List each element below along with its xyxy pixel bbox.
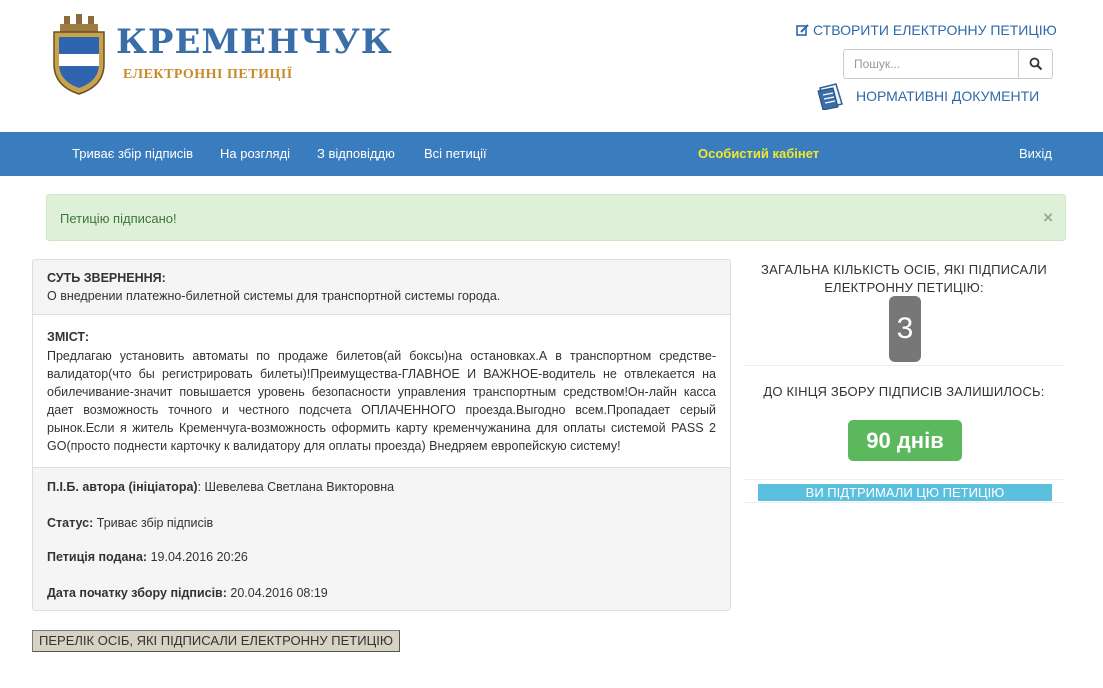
status-value: Триває збір підписів: [96, 516, 214, 530]
total-signers-label-line1: ЗАГАЛЬНА КІЛЬКІСТЬ ОСІБ, ЯКІ ПІДПИСАЛИ: [761, 262, 1047, 277]
search-input[interactable]: [843, 49, 1018, 79]
sidebar-divider: [744, 479, 1064, 480]
nav-item-all-petitions[interactable]: Всі петиції: [424, 132, 487, 176]
content-label: ЗМІСТ:: [47, 330, 90, 344]
author-row: П.І.Б. автора (ініціатора): Шевелева Све…: [47, 480, 395, 494]
signatures-sidebar: ЗАГАЛЬНА КІЛЬКІСТЬ ОСІБ, ЯКІ ПІДПИСАЛИ Е…: [744, 259, 1064, 503]
author-value: Шевелева Светлана Викторовна: [204, 480, 395, 494]
remaining-days-badge: 90 днів: [848, 420, 962, 461]
sidebar-divider: [744, 365, 1064, 366]
logo-subtitle: ЕЛЕКТРОННІ ПЕТИЦІЇ: [123, 67, 293, 82]
success-alert: Петицію підписано! ×: [46, 194, 1066, 241]
nav-item-under-review[interactable]: На розгляді: [220, 132, 290, 176]
start-date-row: Дата початку збору підписів: 20.04.2016 …: [47, 586, 328, 600]
normative-docs-link[interactable]: НОРМАТИВНІ ДОКУМЕНТИ: [816, 82, 1039, 110]
status-row: Статус: Триває збір підписів: [47, 516, 213, 530]
search-form: [843, 49, 1053, 79]
create-petition-link[interactable]: СТВОРИТИ ЕЛЕКТРОННУ ПЕТИЦІЮ: [796, 22, 1057, 38]
documents-icon: [817, 83, 843, 110]
sidebar-divider: [744, 502, 1064, 503]
nav-item-logout[interactable]: Вихід: [1019, 132, 1052, 176]
author-label: П.І.Б. автора (ініціатора): [47, 480, 198, 494]
status-label: Статус:: [47, 516, 94, 530]
signers-list-button[interactable]: ПЕРЕЛІК ОСІБ, ЯКІ ПІДПИСАЛИ ЕЛЕКТРОННУ П…: [32, 630, 400, 652]
essence-label: СУТЬ ЗВЕРНЕННЯ:: [47, 271, 166, 285]
content-text: Предлагаю установить автоматы по продаже…: [47, 349, 716, 453]
nav-item-answered[interactable]: З відповіддю: [317, 132, 395, 176]
site-header: КРЕМЕНЧУК ЕЛЕКТРОННІ ПЕТИЦІЇ СТВОРИТИ ЕЛ…: [0, 0, 1103, 132]
petition-meta-section: П.І.Б. автора (ініціатора): Шевелева Све…: [33, 468, 730, 610]
total-signers-label-line2: ЕЛЕКТРОННУ ПЕТИЦІЮ:: [824, 280, 984, 295]
logo-title: КРЕМЕНЧУК: [116, 22, 393, 62]
edit-icon: [796, 23, 809, 36]
main-navbar: Триває збір підписів На розгляді З відпо…: [0, 132, 1103, 176]
petition-content-section: ЗМІСТ: Предлагаю установить автоматы по …: [33, 315, 730, 468]
submitted-row: Петиція подана: 19.04.2016 20:26: [47, 550, 248, 564]
submitted-label: Петиція подана:: [47, 550, 148, 564]
start-date-label: Дата початку збору підписів:: [47, 586, 227, 600]
supported-status-bar: ВИ ПІДТРИМАЛИ ЦЮ ПЕТИЦІЮ: [758, 484, 1052, 501]
nav-item-personal-cabinet[interactable]: Особистий кабінет: [698, 132, 819, 176]
alert-message: Петицію підписано!: [60, 211, 177, 226]
submitted-value: 19.04.2016 20:26: [150, 550, 248, 564]
search-icon: [1029, 57, 1042, 71]
coat-of-arms-icon: [53, 14, 105, 95]
site-logo[interactable]: КРЕМЕНЧУК ЕЛЕКТРОННІ ПЕТИЦІЇ: [50, 14, 392, 96]
essence-text: О внедрении платежно-билетной системы дл…: [47, 289, 501, 303]
alert-close-button[interactable]: ×: [1043, 208, 1053, 228]
nav-item-collecting[interactable]: Триває збір підписів: [72, 132, 193, 176]
start-date-value: 20.04.2016 08:19: [230, 586, 328, 600]
signers-count-badge: 3: [889, 296, 921, 362]
create-petition-label: СТВОРИТИ ЕЛЕКТРОННУ ПЕТИЦІЮ: [813, 22, 1057, 38]
remaining-days-label: ДО КІНЦЯ ЗБОРУ ПІДПИСІВ ЗАЛИШИЛОСЬ:: [763, 384, 1045, 399]
normative-docs-label: НОРМАТИВНІ ДОКУМЕНТИ: [856, 88, 1040, 104]
petition-panel: СУТЬ ЗВЕРНЕННЯ: О внедрении платежно-бил…: [32, 259, 731, 611]
petition-essence-section: СУТЬ ЗВЕРНЕННЯ: О внедрении платежно-бил…: [33, 260, 730, 315]
search-button[interactable]: [1018, 49, 1053, 79]
